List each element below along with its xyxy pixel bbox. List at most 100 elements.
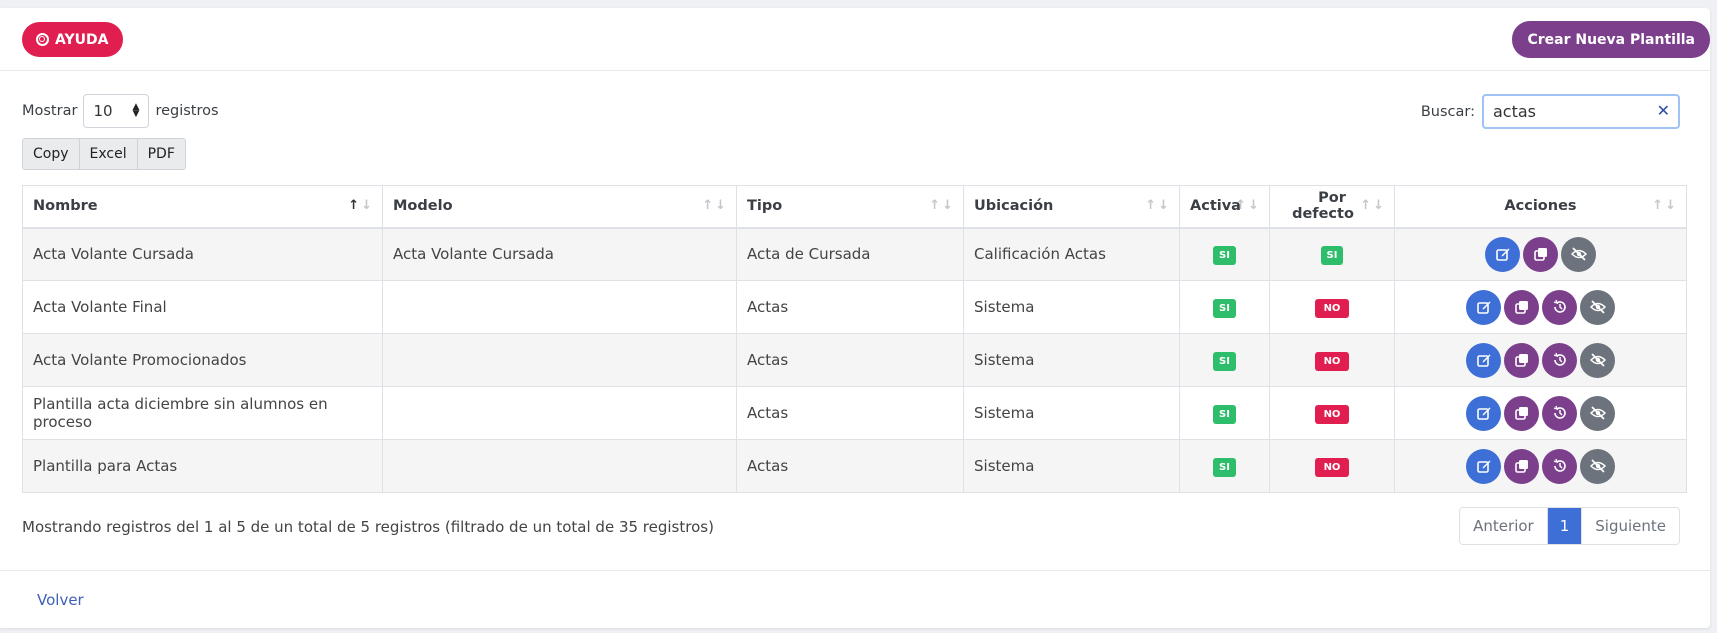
status-badge: NO xyxy=(1314,404,1350,424)
table-row: Acta Volante Final Actas Sistema SI NO xyxy=(22,280,1687,334)
cell-tipo: Actas xyxy=(736,386,964,440)
hide-button[interactable] xyxy=(1580,342,1615,378)
row-actions xyxy=(1405,289,1676,325)
eye-slash-icon xyxy=(1589,406,1606,420)
table-row: Acta Volante Cursada Acta Volante Cursad… xyxy=(22,227,1687,281)
cell-activa: SI xyxy=(1179,439,1270,493)
col-activa[interactable]: Activa ↑↓ xyxy=(1179,185,1270,229)
duplicate-button[interactable] xyxy=(1504,289,1539,325)
edit-button[interactable] xyxy=(1466,395,1501,431)
row-actions xyxy=(1405,395,1676,431)
sort-icon: ↑↓ xyxy=(1652,198,1678,213)
cell-acciones xyxy=(1394,280,1687,334)
edit-icon xyxy=(1495,248,1509,262)
status-badge: SI xyxy=(1213,404,1236,424)
page-button-1[interactable]: 1 xyxy=(1547,508,1583,544)
page-length-select[interactable]: 10 ▲ ▼ xyxy=(83,94,150,128)
cell-ubicacion: Sistema xyxy=(963,386,1180,440)
duplicate-button[interactable] xyxy=(1504,448,1539,484)
table-row: Acta Volante Promocionados Actas Sistema… xyxy=(22,333,1687,387)
hide-button[interactable] xyxy=(1561,236,1596,272)
copy-icon xyxy=(1514,460,1528,473)
edit-button[interactable] xyxy=(1466,342,1501,378)
cell-ubicacion: Sistema xyxy=(963,333,1180,387)
duplicate-button[interactable] xyxy=(1523,236,1558,272)
length-control: Mostrar 10 ▲ ▼ registros xyxy=(22,94,219,128)
eye-slash-icon xyxy=(1589,300,1606,314)
cell-activa: SI xyxy=(1179,333,1270,387)
cell-por-defecto: SI xyxy=(1269,227,1395,281)
cell-nombre: Acta Volante Final xyxy=(22,280,383,334)
col-nombre[interactable]: Nombre ↑↓ xyxy=(22,185,383,229)
status-badge: NO xyxy=(1314,298,1350,318)
back-link[interactable]: Volver xyxy=(37,591,84,609)
sort-icon: ↑↓ xyxy=(1145,198,1171,213)
cell-acciones xyxy=(1394,333,1687,387)
eye-slash-icon xyxy=(1589,353,1606,367)
search-input[interactable] xyxy=(1482,94,1680,129)
help-button-label: AYUDA xyxy=(55,31,109,48)
cell-tipo: Actas xyxy=(736,439,964,493)
edit-icon xyxy=(1476,301,1490,314)
cell-nombre: Acta Volante Promocionados xyxy=(22,333,383,387)
col-acciones[interactable]: Acciones ↑↓ xyxy=(1394,185,1687,229)
status-badge: SI xyxy=(1213,351,1236,371)
col-tipo[interactable]: Tipo ↑↓ xyxy=(736,185,964,229)
copy-icon xyxy=(1514,301,1528,314)
cell-modelo: Acta Volante Cursada xyxy=(382,227,737,281)
copy-button[interactable]: Copy xyxy=(23,139,80,169)
page-length-value: 10 xyxy=(93,102,113,120)
status-badge: SI xyxy=(1213,298,1236,318)
cell-modelo xyxy=(382,439,737,493)
duplicate-button[interactable] xyxy=(1504,395,1539,431)
cell-nombre: Acta Volante Cursada xyxy=(22,227,383,281)
hide-button[interactable] xyxy=(1580,448,1615,484)
table-info: Mostrando registros del 1 al 5 de un tot… xyxy=(22,518,714,536)
prev-page-button[interactable]: Anterior xyxy=(1460,508,1548,544)
duplicate-button[interactable] xyxy=(1504,342,1539,378)
hide-button[interactable] xyxy=(1580,395,1615,431)
table-row: Plantilla para Actas Actas Sistema SI NO xyxy=(22,439,1687,493)
length-suffix: registros xyxy=(155,103,219,119)
excel-button[interactable]: Excel xyxy=(80,139,138,169)
main-card: AYUDA Crear Nueva Plantilla Mostrar 10 ▲… xyxy=(0,8,1710,628)
row-actions xyxy=(1405,236,1676,272)
card-header: AYUDA Crear Nueva Plantilla xyxy=(0,8,1710,71)
status-badge: NO xyxy=(1314,457,1350,477)
history-button[interactable] xyxy=(1542,448,1577,484)
lifebuoy-icon xyxy=(36,33,49,46)
cell-activa: SI xyxy=(1179,280,1270,334)
col-ubicacion[interactable]: Ubicación ↑↓ xyxy=(963,185,1180,229)
cell-por-defecto: NO xyxy=(1269,333,1395,387)
copy-icon xyxy=(1514,407,1528,420)
edit-button[interactable] xyxy=(1485,236,1520,272)
cell-tipo: Acta de Cursada xyxy=(736,227,964,281)
templates-table: Nombre ↑↓ Modelo ↑↓ Tipo ↑↓ Ubicación ↑↓ Act… xyxy=(22,185,1687,493)
cell-nombre: Plantilla para Actas xyxy=(22,439,383,493)
pdf-button[interactable]: PDF xyxy=(138,139,185,169)
edit-button[interactable] xyxy=(1466,448,1501,484)
clear-search-icon[interactable]: ✕ xyxy=(1657,101,1670,120)
create-template-button[interactable]: Crear Nueva Plantilla xyxy=(1512,21,1710,58)
cell-activa: SI xyxy=(1179,227,1270,281)
sort-icon: ↑↓ xyxy=(1360,198,1386,213)
next-page-button[interactable]: Siguiente xyxy=(1582,508,1679,544)
edit-icon xyxy=(1476,460,1490,473)
hide-button[interactable] xyxy=(1580,289,1615,325)
edit-icon xyxy=(1476,354,1490,367)
search-box: ✕ xyxy=(1482,94,1680,129)
help-button[interactable]: AYUDA xyxy=(22,22,124,57)
row-actions xyxy=(1405,342,1676,378)
history-button[interactable] xyxy=(1542,395,1577,431)
row-actions xyxy=(1405,448,1676,484)
table-row: Plantilla acta diciembre sin alumnos en … xyxy=(22,386,1687,440)
history-button[interactable] xyxy=(1542,342,1577,378)
cell-tipo: Actas xyxy=(736,280,964,334)
copy-icon xyxy=(1514,354,1528,367)
cell-por-defecto: NO xyxy=(1269,386,1395,440)
col-modelo[interactable]: Modelo ↑↓ xyxy=(382,185,737,229)
eye-slash-icon xyxy=(1589,459,1606,473)
history-button[interactable] xyxy=(1542,289,1577,325)
edit-button[interactable] xyxy=(1466,289,1501,325)
col-por-defecto[interactable]: Por defecto ↑↓ xyxy=(1269,185,1395,229)
